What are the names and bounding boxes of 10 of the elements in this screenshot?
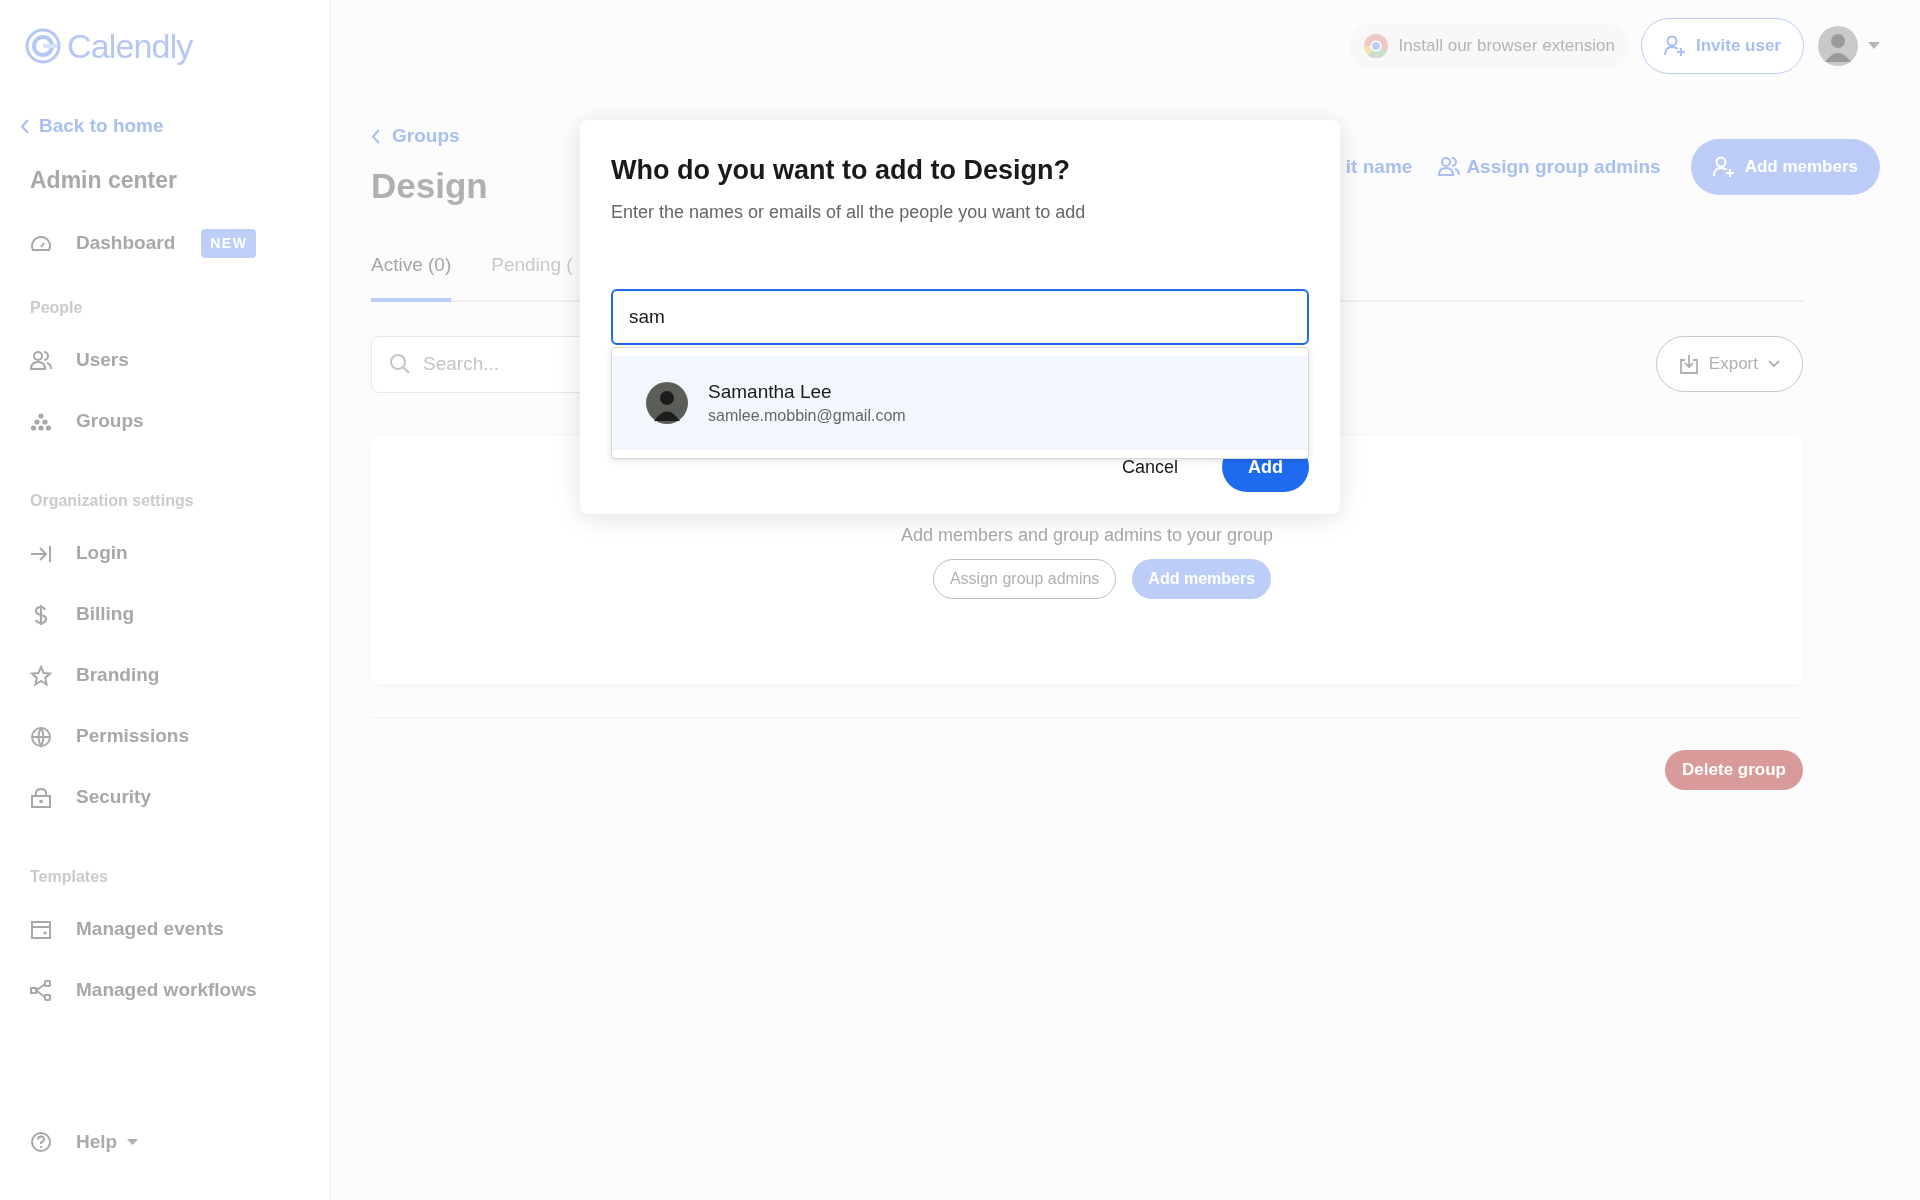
empty-state-text: Add members and group admins to your group: [900, 523, 1274, 547]
new-badge: NEW: [201, 229, 257, 258]
extension-text: Install our browser extension: [1398, 34, 1615, 57]
logo-text: Calendly: [67, 25, 193, 67]
person-email: samlee.mobbin@gmail.com: [708, 406, 906, 426]
page-title: Design: [371, 165, 488, 207]
sidebar-title: Admin center: [30, 165, 177, 195]
dialog-title: Who do you want to add to Design?: [611, 154, 1071, 187]
person-name: Samantha Lee: [708, 380, 833, 404]
dialog-subtitle: Enter the names or emails of all the people you want to add: [611, 201, 1087, 224]
